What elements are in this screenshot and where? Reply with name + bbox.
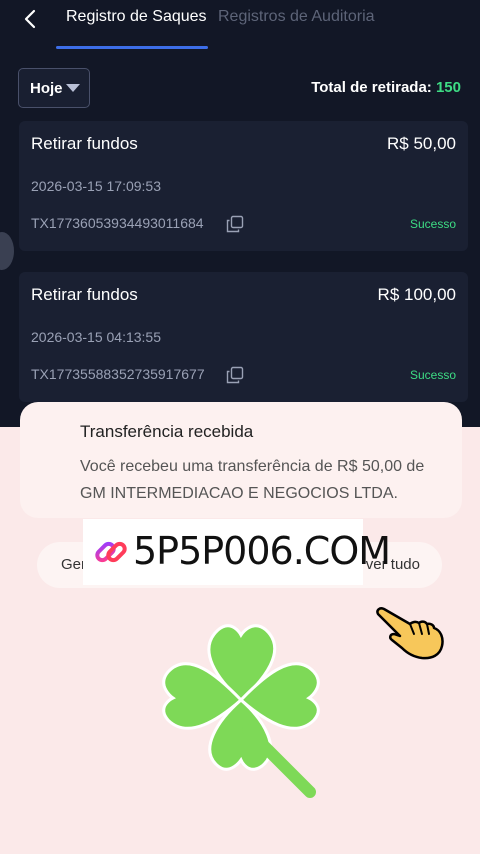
withdrawal-date: 2026-03-15 04:13:55 xyxy=(31,329,161,345)
withdrawal-card[interactable]: Retirar fundos R$ 50,00 2026-03-15 17:09… xyxy=(19,121,468,251)
tab-registros-de-auditoria[interactable]: Registros de Auditoria xyxy=(218,8,375,26)
transaction-id: TX17736053934493011684 xyxy=(31,215,204,231)
top-bar: Registro de Saques Registros de Auditori… xyxy=(0,0,480,50)
tab-registro-de-saques[interactable]: Registro de Saques xyxy=(66,8,207,26)
withdrawal-amount: R$ 50,00 xyxy=(387,134,456,153)
active-tab-indicator xyxy=(56,46,208,49)
withdrawal-title: Retirar fundos xyxy=(31,285,138,304)
notification-card[interactable]: Transferência recebida Você recebeu uma … xyxy=(20,402,462,518)
floating-handle[interactable] xyxy=(0,232,14,270)
notification-title: Transferência recebida xyxy=(80,422,254,441)
withdrawal-card[interactable]: Retirar fundos R$ 100,00 2026-03-15 04:1… xyxy=(19,272,468,402)
status-badge: Sucesso xyxy=(409,217,456,231)
total-withdrawn: Total de retirada: 150 xyxy=(311,79,461,96)
copy-icon[interactable] xyxy=(226,215,244,233)
date-filter-dropdown[interactable]: Hoje xyxy=(18,68,90,108)
total-value: 150 xyxy=(435,79,461,96)
chevron-left-icon[interactable] xyxy=(20,8,42,30)
total-label: Total de retirada: xyxy=(311,79,436,96)
date-filter-value: Hoje xyxy=(30,79,63,97)
notification-body: Você recebeu uma transferência de R$ 50,… xyxy=(80,458,425,502)
status-badge: Sucesso xyxy=(409,368,456,382)
transaction-id: TX17735588352735917677 xyxy=(31,366,205,382)
withdrawal-screen: Registro de Saques Registros de Auditori… xyxy=(0,0,480,427)
promo-url: 5P5P006.COM xyxy=(133,529,391,573)
withdrawal-date: 2026-03-15 17:09:53 xyxy=(31,178,161,194)
withdrawal-title: Retirar fundos xyxy=(31,134,138,153)
withdrawal-amount: R$ 100,00 xyxy=(377,285,456,304)
pointing-hand-icon xyxy=(376,607,444,660)
link-icon xyxy=(95,541,127,563)
caret-down-icon xyxy=(66,84,80,92)
promo-banner[interactable]: 5P5P006.COM xyxy=(83,519,391,585)
four-leaf-clover-icon xyxy=(162,624,320,798)
copy-icon[interactable] xyxy=(226,366,244,384)
